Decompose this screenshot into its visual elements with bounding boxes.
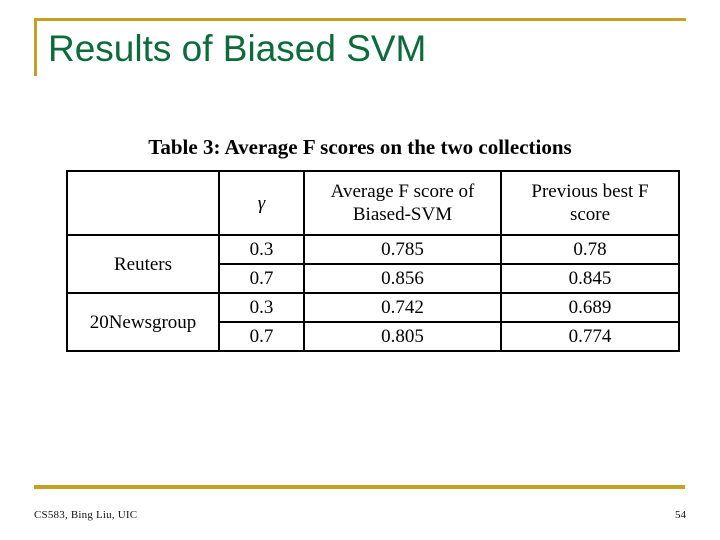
table-row: 20Newsgroup 0.3 0.742 0.689: [66, 292, 680, 352]
footer-page-number: 54: [675, 509, 686, 521]
header-cell-biased-svm-line2: Biased-SVM: [352, 204, 453, 225]
title-top-accent-rule: [34, 18, 686, 21]
cell-20newsgroup-previous-best-2: 0.774: [500, 321, 680, 352]
table-caption: Table 3: Average F scores on the two col…: [148, 135, 572, 159]
header-cell-previous-best: Previous best F score: [500, 170, 680, 236]
page-title: Results of Biased SVM: [48, 28, 427, 69]
table-figure: Table 3: Average F scores on the two col…: [66, 134, 680, 352]
header-cell-previous-best-line1: Previous best F: [531, 181, 649, 202]
cell-reuters-previous-best-2: 0.845: [500, 263, 680, 294]
footer-credit: CS583, Bing Liu, UIC: [34, 509, 138, 521]
header-cell-biased-svm: Average F score of Biased-SVM: [303, 170, 502, 236]
f-score-table: γ Average F score of Biased-SVM Previous…: [66, 170, 680, 352]
header-cell-blank: [66, 170, 220, 236]
cell-20newsgroup-biased-svm-2: 0.805: [303, 321, 502, 352]
row-label-reuters: Reuters: [66, 234, 220, 294]
table-header-row: γ Average F score of Biased-SVM Previous…: [66, 170, 680, 236]
table-row: Reuters 0.3 0.785 0.78: [66, 234, 680, 294]
cell-reuters-biased-svm-2: 0.856: [303, 263, 502, 294]
title-left-accent-rule: [34, 18, 37, 76]
row-label-20newsgroup: 20Newsgroup: [66, 292, 220, 352]
cell-20newsgroup-previous-best-1: 0.689: [500, 292, 680, 323]
cell-reuters-previous-best-1: 0.78: [500, 234, 680, 265]
cell-reuters-biased-svm-1: 0.785: [303, 234, 502, 265]
cell-20newsgroup-gamma-2: 0.7: [218, 321, 305, 352]
slide-canvas: Results of Biased SVM Table 3: Average F…: [0, 0, 720, 540]
footer-accent-rule: [34, 485, 685, 489]
cell-20newsgroup-gamma-1: 0.3: [218, 292, 305, 323]
header-cell-biased-svm-line1: Average F score of: [330, 181, 475, 202]
cell-reuters-gamma-2: 0.7: [218, 263, 305, 294]
cell-20newsgroup-biased-svm-1: 0.742: [303, 292, 502, 323]
cell-reuters-gamma-1: 0.3: [218, 234, 305, 265]
header-cell-previous-best-line2: score: [569, 204, 611, 225]
header-cell-gamma: γ: [218, 170, 305, 236]
